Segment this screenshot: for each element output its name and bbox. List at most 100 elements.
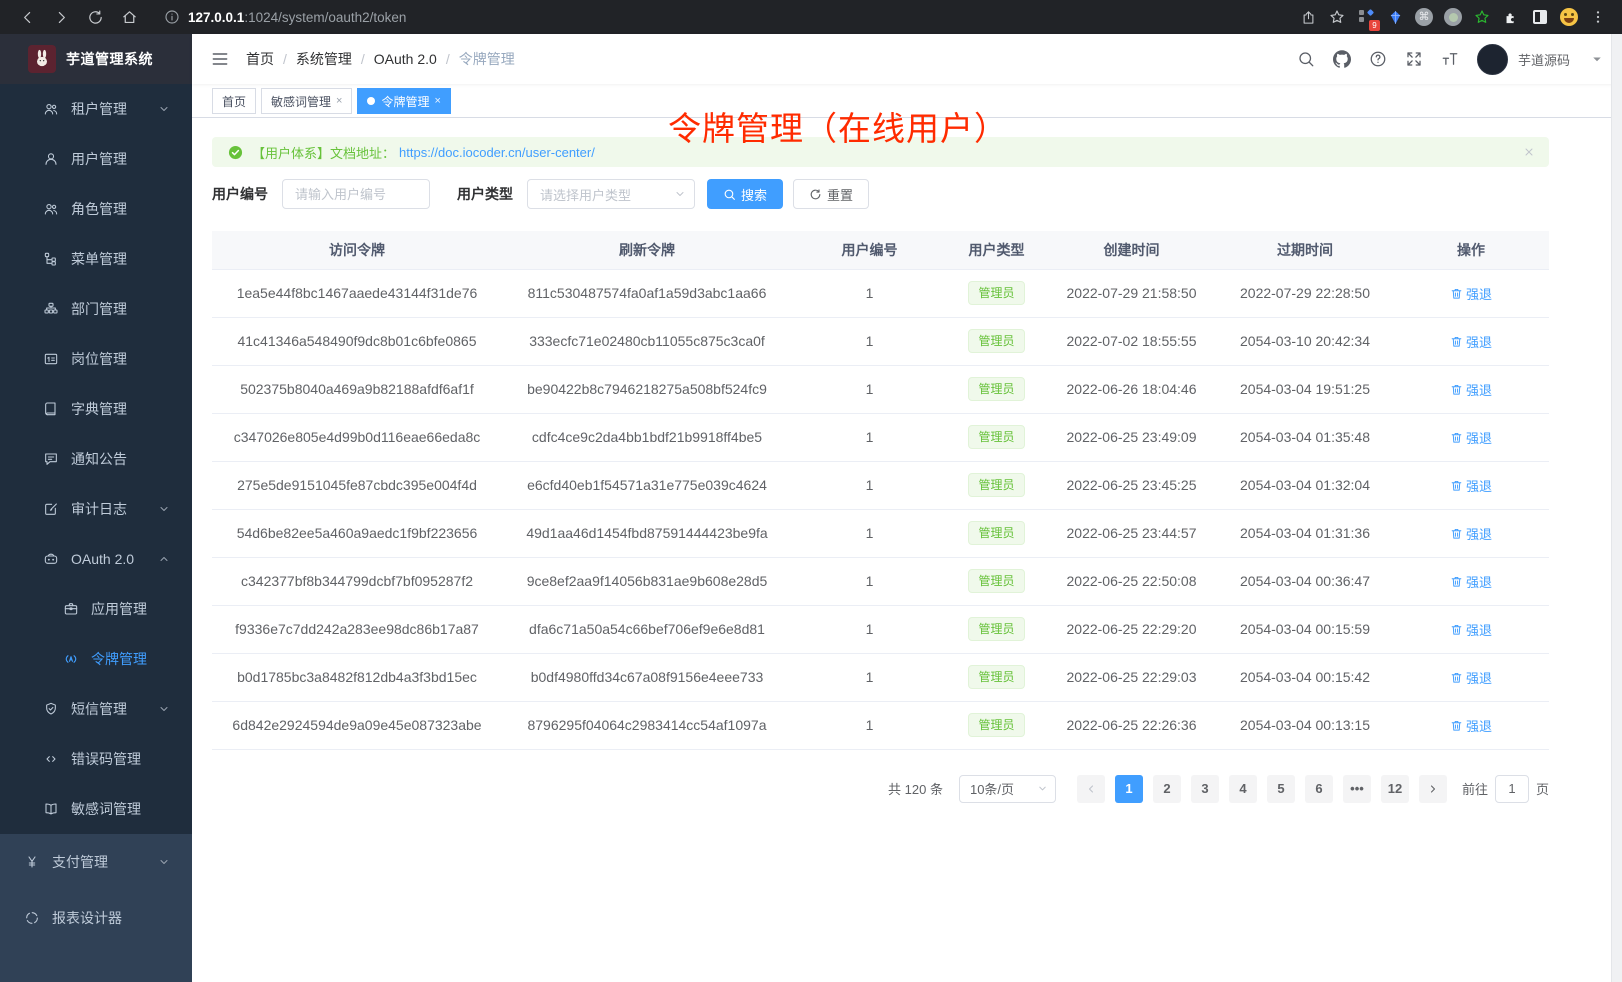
page-button-12[interactable]: 12 — [1381, 775, 1409, 803]
force-logout-button[interactable]: 强退 — [1450, 668, 1492, 687]
sidebar-item-dict[interactable]: 字典管理 — [0, 384, 192, 434]
sidebar-item-user[interactable]: 用户管理 — [0, 134, 192, 184]
table-row: c342377bf8b344799dcbf7bf095287f2 9ce8ef2… — [212, 557, 1549, 605]
cell-expire-time: 2054-03-04 00:15:42 — [1217, 653, 1393, 701]
sidebar-item-shield[interactable]: 短信管理 — [0, 684, 192, 734]
browser-home-button[interactable] — [116, 4, 142, 30]
sidebar-item-audit[interactable]: 审计日志 — [0, 484, 192, 534]
extension-star[interactable] — [1472, 7, 1492, 27]
cell-created-time: 2022-06-25 22:50:08 — [1046, 557, 1217, 605]
page-size-select[interactable]: 10条/页 — [959, 775, 1056, 803]
cell-action: 强退 — [1393, 701, 1549, 749]
bookmark-button[interactable] — [1327, 7, 1347, 27]
extension-gem[interactable] — [1385, 7, 1405, 27]
reset-button[interactable]: 重置 — [793, 179, 869, 209]
sidebar-item-oauth[interactable]: OAuth 2.0 — [0, 534, 192, 584]
user-type-select[interactable]: 请选择用户类型 — [527, 179, 695, 209]
force-logout-button[interactable]: 强退 — [1450, 620, 1492, 639]
browser-menu-button[interactable] — [1588, 7, 1608, 27]
force-logout-button[interactable]: 强退 — [1450, 716, 1492, 735]
breadcrumb: 首页 / 系统管理 / OAuth 2.0 / 令牌管理 — [246, 49, 515, 69]
sidebar-item-chart[interactable]: 报表设计器 — [0, 890, 192, 946]
search-icon[interactable] — [1297, 50, 1315, 68]
username[interactable]: 芋道源码 — [1518, 50, 1570, 69]
hamburger-icon[interactable] — [210, 49, 230, 69]
force-logout-button[interactable]: 强退 — [1450, 476, 1492, 495]
sidebar-item-code[interactable]: 错误码管理 — [0, 734, 192, 784]
reset-button-label: 重置 — [827, 185, 853, 204]
alert-close-icon[interactable] — [1523, 146, 1535, 158]
sidebar-item-users[interactable]: 角色管理 — [0, 184, 192, 234]
tab-close-icon[interactable]: × — [434, 95, 440, 107]
sidebar-item-app[interactable]: 应用管理 — [0, 584, 192, 634]
logo-avatar — [28, 45, 56, 73]
table-row: b0d1785bc3a8482f812db4a3f3bd15ec b0df498… — [212, 653, 1549, 701]
breadcrumb-system[interactable]: 系统管理 — [296, 49, 352, 69]
page-button-5[interactable]: 5 — [1267, 775, 1295, 803]
search-button[interactable]: 搜索 — [707, 179, 783, 209]
user-avatar[interactable] — [1477, 44, 1508, 75]
sidebar-item-post[interactable]: 岗位管理 — [0, 334, 192, 384]
font-size-icon[interactable] — [1441, 50, 1459, 68]
fullscreen-icon[interactable] — [1405, 50, 1423, 68]
force-logout-button[interactable]: 强退 — [1450, 284, 1492, 303]
address-bar[interactable]: 127.0.0.1:1024/system/oauth2/token — [164, 9, 1298, 25]
cell-refresh-token: 811c530487574fa0af1a59d3abc1aa66 — [502, 269, 792, 317]
force-logout-button[interactable]: 强退 — [1450, 524, 1492, 543]
tab-close-icon[interactable]: × — [336, 95, 342, 107]
tab-home[interactable]: 首页 — [212, 88, 256, 114]
table-row: 54d6be82ee5a460a9aedc1f9bf223656 49d1aa4… — [212, 509, 1549, 557]
browser-reload-button[interactable] — [82, 4, 108, 30]
sidebar-item-tree[interactable]: 菜单管理 — [0, 234, 192, 284]
page-button-6[interactable]: 6 — [1305, 775, 1333, 803]
extension-record[interactable] — [1443, 7, 1463, 27]
breadcrumb-oauth[interactable]: OAuth 2.0 — [374, 51, 437, 67]
page-button-1[interactable]: 1 — [1115, 775, 1143, 803]
extension-emoji[interactable] — [1559, 7, 1579, 27]
cell-expire-time: 2054-03-04 01:31:36 — [1217, 509, 1393, 557]
cell-access-token: 275e5de9151045fe87cbdc395e004f4d — [212, 461, 502, 509]
force-logout-button[interactable]: 强退 — [1450, 332, 1492, 351]
browser-chrome: 127.0.0.1:1024/system/oauth2/token 9 ⌘ — [0, 0, 1622, 34]
extension-puzzle[interactable] — [1501, 7, 1521, 27]
github-icon[interactable] — [1333, 50, 1351, 68]
prev-page-button[interactable] — [1077, 775, 1105, 803]
sidebar-item-org[interactable]: 部门管理 — [0, 284, 192, 334]
sidebar-item-msg[interactable]: 通知公告 — [0, 434, 192, 484]
audit-icon — [43, 501, 59, 517]
tab-token-management[interactable]: 令牌管理 × — [357, 88, 450, 114]
reload-icon — [87, 9, 104, 26]
browser-back-button[interactable] — [14, 4, 40, 30]
sidebar-item-token[interactable]: 令牌管理 — [0, 634, 192, 684]
breadcrumb-home[interactable]: 首页 — [246, 49, 274, 69]
page-button-2[interactable]: 2 — [1153, 775, 1181, 803]
force-logout-button[interactable]: 强退 — [1450, 380, 1492, 399]
tab-sensitive-words[interactable]: 敏感词管理 × — [261, 88, 352, 114]
force-logout-button[interactable]: 强退 — [1450, 572, 1492, 591]
next-page-button[interactable] — [1419, 775, 1447, 803]
cell-user-type: 管理员 — [947, 461, 1046, 509]
help-icon[interactable] — [1369, 50, 1387, 68]
site-info-icon[interactable] — [164, 9, 180, 25]
book-icon — [43, 801, 59, 817]
column-header: 用户类型 — [947, 231, 1046, 269]
column-header: 刷新令牌 — [502, 231, 792, 269]
user-id-input[interactable] — [282, 179, 430, 209]
share-button[interactable] — [1298, 7, 1318, 27]
caret-down-icon[interactable] — [1588, 50, 1606, 68]
sidebar-item-book[interactable]: 敏感词管理 — [0, 784, 192, 834]
page-scrollbar[interactable] — [1611, 34, 1622, 982]
extension-grid[interactable]: 9 — [1356, 7, 1376, 27]
goto-page-input[interactable] — [1495, 775, 1529, 803]
doc-link[interactable]: https://doc.iocoder.cn/user-center/ — [399, 145, 595, 160]
sidebar-item-users[interactable]: 租户管理 — [0, 84, 192, 134]
page-button-4[interactable]: 4 — [1229, 775, 1257, 803]
extension-reading[interactable] — [1530, 7, 1550, 27]
force-logout-button[interactable]: 强退 — [1450, 428, 1492, 447]
more-pages-button[interactable]: ••• — [1343, 775, 1371, 803]
extension-command[interactable]: ⌘ — [1414, 7, 1434, 27]
sidebar-item-yen[interactable]: 支付管理 — [0, 834, 192, 890]
tab-label: 敏感词管理 — [271, 93, 331, 110]
page-button-3[interactable]: 3 — [1191, 775, 1219, 803]
browser-forward-button[interactable] — [48, 4, 74, 30]
